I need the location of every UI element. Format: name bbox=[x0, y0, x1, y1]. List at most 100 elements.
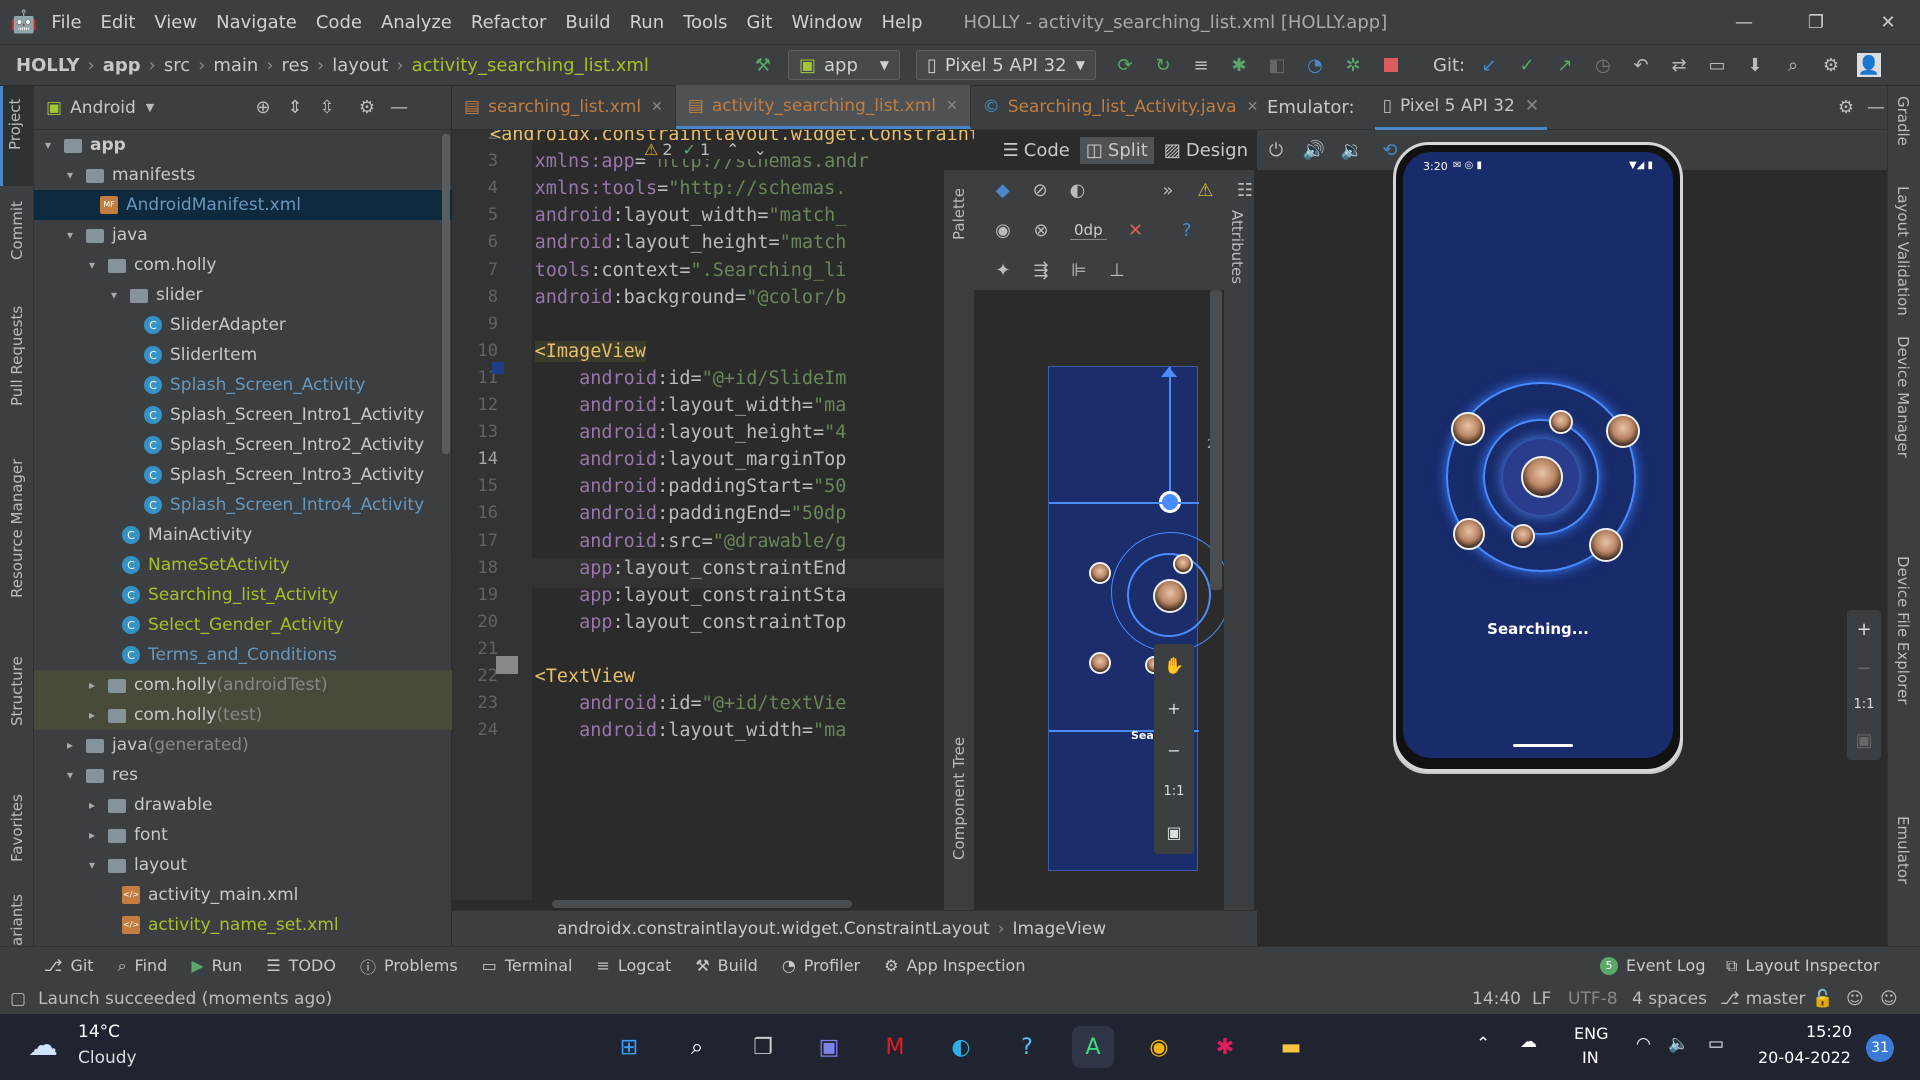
tree-item[interactable]: C SliderItem bbox=[34, 340, 452, 370]
indent-setting[interactable]: 4 spaces bbox=[1632, 989, 1707, 1009]
tree-item[interactable]: C Searching_list_Activity bbox=[34, 580, 452, 610]
crumb-item[interactable]: src bbox=[164, 55, 190, 76]
git-branch[interactable]: ⎇ master bbox=[1720, 989, 1806, 1009]
editor-tab[interactable]: ▤ activity_searching_list.xml ✕ bbox=[675, 85, 971, 129]
layout-inspector-button[interactable]: ⧉ Layout Inspector bbox=[1726, 956, 1880, 976]
tool-app-inspection[interactable]: ⚙ App Inspection bbox=[884, 956, 1025, 975]
power-icon[interactable]: ⏻ bbox=[1264, 138, 1288, 162]
code-line[interactable]: android:paddingEnd="50dp bbox=[490, 503, 846, 524]
battery-icon[interactable]: ▭ bbox=[1708, 1034, 1724, 1054]
expand-arrow-icon[interactable]: ▾ bbox=[84, 858, 100, 872]
pan-hand-icon[interactable]: ✋ bbox=[1164, 656, 1184, 675]
code-line[interactable]: xmlns:tools="http://schemas. bbox=[490, 178, 847, 199]
cursor-position[interactable]: 14:40 bbox=[1472, 989, 1521, 1009]
tray-chevron-icon[interactable]: ⌃ bbox=[1476, 1034, 1490, 1054]
expand-arrow-icon[interactable]: ▸ bbox=[84, 828, 100, 842]
clear-constraints-icon[interactable]: ✕ bbox=[1124, 218, 1148, 242]
gradle-tab[interactable]: Gradle bbox=[1894, 96, 1912, 146]
tree-item[interactable]: ▸ font bbox=[34, 820, 452, 850]
tree-item[interactable]: ▸ java (generated) bbox=[34, 730, 452, 760]
hide-panel-icon[interactable]: — bbox=[387, 96, 411, 120]
tool-logcat[interactable]: ≡ Logcat bbox=[596, 956, 671, 975]
line-separator[interactable]: LF bbox=[1532, 989, 1551, 1009]
expand-arrow-icon[interactable]: ▾ bbox=[62, 168, 78, 182]
crumb-item[interactable]: res bbox=[282, 55, 309, 76]
code-editor[interactable]: 2 <androidx.constraintlayout.widget.Const… bbox=[452, 130, 974, 910]
design-scrollbar[interactable] bbox=[1210, 290, 1222, 590]
sync-icon[interactable]: ≡ bbox=[1189, 53, 1213, 77]
code-line[interactable]: android:id="@+id/SlideIm bbox=[490, 368, 846, 389]
project-tool-tab[interactable]: Project bbox=[6, 99, 24, 150]
clock-date[interactable]: 20-04-2022 bbox=[1758, 1048, 1851, 1067]
zoom-in-icon[interactable]: + bbox=[1167, 699, 1180, 718]
breadcrumb-child[interactable]: ImageView bbox=[1013, 919, 1107, 939]
attach-debugger-icon[interactable]: ✲ bbox=[1341, 53, 1365, 77]
tool-profiler[interactable]: ◔ Profiler bbox=[782, 956, 860, 975]
weather-cloud-icon[interactable]: ☁ bbox=[28, 1028, 58, 1063]
run-config-select[interactable]: ▣ app ▼ bbox=[788, 50, 900, 80]
code-line[interactable]: android:layout_marginTop bbox=[490, 449, 846, 470]
menu-help[interactable]: Help bbox=[881, 12, 922, 33]
pack-icon[interactable]: ⊥ bbox=[1105, 258, 1129, 282]
weather-condition[interactable]: Cloudy bbox=[78, 1048, 137, 1068]
rollback-icon[interactable]: ↶ bbox=[1629, 53, 1653, 77]
slack-icon[interactable]: ✱ bbox=[1204, 1026, 1246, 1068]
tree-item[interactable]: ▸ drawable bbox=[34, 790, 452, 820]
expand-arrow-icon[interactable]: ▾ bbox=[62, 228, 78, 242]
tool-todo[interactable]: ☰ TODO bbox=[266, 956, 336, 975]
device-file-explorer-tab[interactable]: Device File Explorer bbox=[1894, 556, 1912, 704]
device-manager-icon[interactable]: ▭ bbox=[1705, 53, 1729, 77]
code-line[interactable]: android:src="@drawable/g bbox=[490, 531, 846, 552]
minimize-button[interactable]: — bbox=[1706, 0, 1782, 44]
code-line[interactable]: app:layout_constraintEnd bbox=[490, 558, 846, 579]
zoom-actual-button[interactable]: 1:1 bbox=[1164, 784, 1185, 799]
editor-tab[interactable]: ▤ searching_list.xml ✕ bbox=[452, 85, 676, 129]
tool-problems[interactable]: ⓘ Problems bbox=[360, 954, 458, 978]
orientation-icon[interactable]: ⊘ bbox=[1028, 178, 1051, 202]
code-line[interactable]: android:layout_width="ma bbox=[490, 720, 846, 741]
layout-validation-tab[interactable]: Layout Validation bbox=[1894, 186, 1912, 316]
tool-build[interactable]: ⚒ Build bbox=[695, 956, 758, 975]
emu-zoom-actual-button[interactable]: 1:1 bbox=[1854, 697, 1875, 712]
build-variants-tool-tab[interactable]: ariants bbox=[8, 894, 26, 946]
wifi-icon[interactable]: ◠ bbox=[1636, 1034, 1651, 1054]
menu-window[interactable]: Window bbox=[791, 12, 862, 33]
tree-item[interactable]: C MainActivity bbox=[34, 520, 452, 550]
emu-zoom-fit-icon[interactable]: ▣ bbox=[1855, 730, 1872, 751]
tool-git[interactable]: ⎇ Git bbox=[44, 956, 94, 975]
design-view-button[interactable]: ▨ Design bbox=[1164, 140, 1248, 161]
feedback-icon[interactable]: ☺ bbox=[1846, 989, 1864, 1009]
device-manager-tab[interactable]: Device Manager bbox=[1894, 336, 1912, 458]
favorites-tool-tab[interactable]: Favorites bbox=[8, 794, 26, 862]
menu-view[interactable]: View bbox=[154, 12, 197, 33]
options-gear-icon[interactable]: ⚙ bbox=[355, 96, 379, 120]
menu-analyze[interactable]: Analyze bbox=[381, 12, 452, 33]
menu-build[interactable]: Build bbox=[565, 12, 610, 33]
code-line[interactable]: tools:context=".Searching_li bbox=[490, 260, 847, 281]
next-highlight-icon[interactable]: ⌄ bbox=[754, 140, 767, 159]
debug-icon[interactable]: ✱ bbox=[1227, 53, 1251, 77]
apply-code-changes-icon[interactable]: ↻ bbox=[1151, 53, 1175, 77]
expand-arrow-icon[interactable]: ▸ bbox=[62, 738, 78, 752]
resource-manager-tool-tab[interactable]: Resource Manager bbox=[8, 459, 26, 598]
windows-start-icon[interactable]: ⊞ bbox=[608, 1026, 650, 1068]
search-icon[interactable]: ⌕ bbox=[1781, 53, 1805, 77]
expand-arrow-icon[interactable]: ▾ bbox=[62, 768, 78, 782]
android-studio-taskbar-icon[interactable]: A bbox=[1072, 1026, 1114, 1068]
edge-icon[interactable]: ◐ bbox=[940, 1026, 982, 1068]
home-gesture-bar[interactable] bbox=[1513, 744, 1573, 747]
editor-tab[interactable]: © Searching_list_Activity.java ✕ bbox=[971, 85, 1272, 129]
code-line[interactable]: android:paddingStart="50 bbox=[490, 476, 846, 497]
clock-time[interactable]: 15:20 bbox=[1806, 1022, 1852, 1041]
tree-item[interactable]: ▾ app bbox=[34, 130, 452, 160]
expand-arrow-icon[interactable]: ▸ bbox=[84, 798, 100, 812]
emulator-device-tab[interactable]: ▯ Pixel 5 API 32 ✕ bbox=[1374, 86, 1548, 130]
tree-item[interactable]: </> activity_name_set.xml bbox=[34, 910, 452, 940]
align-icon[interactable]: ⊫ bbox=[1067, 258, 1091, 282]
expand-arrow-icon[interactable]: ▾ bbox=[84, 258, 100, 272]
tree-item[interactable]: MF AndroidManifest.xml bbox=[34, 190, 452, 220]
menu-file[interactable]: File bbox=[51, 12, 81, 33]
menu-refactor[interactable]: Refactor bbox=[471, 12, 547, 33]
view-options-eye-icon[interactable]: ◉ bbox=[991, 218, 1015, 242]
device-select[interactable]: ▯ Pixel 5 API 32 ▼ bbox=[916, 50, 1096, 80]
